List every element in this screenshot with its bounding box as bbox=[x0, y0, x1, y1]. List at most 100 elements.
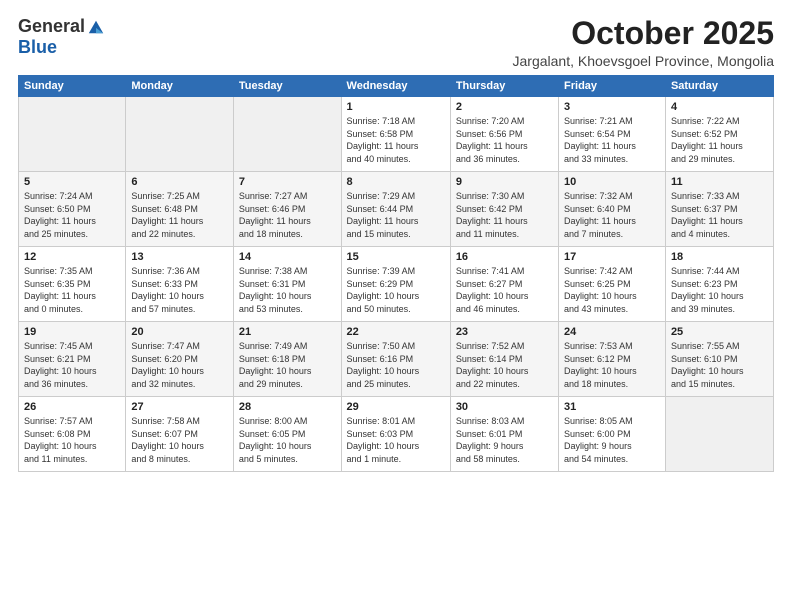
calendar-day: 20 Sunrise: 7:47 AM Sunset: 6:20 PM Dayli… bbox=[126, 322, 234, 397]
day-number: 19 bbox=[24, 326, 120, 338]
day-info: Sunrise: 7:52 AM Sunset: 6:14 PM Dayligh… bbox=[456, 340, 553, 390]
calendar-day: 15Sunrise: 7:39 AM Sunset: 6:29 PM Dayli… bbox=[341, 247, 450, 322]
day-number: 9 bbox=[456, 176, 553, 188]
day-info: Sunrise: 7:47 AM Sunset: 6:20 PM Dayligh… bbox=[131, 340, 228, 390]
day-info: Sunrise: 7:21 AM Sunset: 6:54 PM Dayligh… bbox=[564, 115, 660, 165]
empty-day bbox=[665, 397, 773, 472]
weekday-header: Friday bbox=[559, 76, 666, 97]
calendar-day: 11 Sunrise: 7:33 AM Sunset: 6:37 PM Dayli… bbox=[665, 172, 773, 247]
day-number: 12 bbox=[24, 251, 120, 263]
day-number: 21 bbox=[239, 326, 336, 338]
day-info: Sunrise: 7:49 AM Sunset: 6:18 PM Dayligh… bbox=[239, 340, 336, 390]
day-info: Sunrise: 7:30 AM Sunset: 6:42 PM Dayligh… bbox=[456, 190, 553, 240]
empty-day bbox=[233, 97, 341, 172]
day-number: 31 bbox=[564, 401, 660, 413]
calendar-table: SundayMondayTuesdayWednesdayThursdayFrid… bbox=[18, 75, 774, 472]
day-number: 14 bbox=[239, 251, 336, 263]
day-number: 11 bbox=[671, 176, 768, 188]
day-info: Sunrise: 7:50 AM Sunset: 6:16 PM Dayligh… bbox=[347, 340, 445, 390]
calendar-container: General Blue October 2025 Jargalant, Kho… bbox=[0, 0, 792, 612]
day-number: 13 bbox=[131, 251, 228, 263]
day-info: Sunrise: 7:58 AM Sunset: 6:07 PM Dayligh… bbox=[131, 415, 228, 465]
day-info: Sunrise: 7:44 AM Sunset: 6:23 PM Dayligh… bbox=[671, 265, 768, 315]
week-row: 19 Sunrise: 7:45 AM Sunset: 6:21 PM Dayli… bbox=[19, 322, 774, 397]
day-number: 10 bbox=[564, 176, 660, 188]
day-number: 17 bbox=[564, 251, 660, 263]
day-number: 16 bbox=[456, 251, 553, 263]
logo: General Blue bbox=[18, 16, 105, 58]
day-info: Sunrise: 7:39 AM Sunset: 6:29 PM Dayligh… bbox=[347, 265, 445, 315]
header: General Blue October 2025 Jargalant, Kho… bbox=[18, 16, 774, 69]
weekday-header: Tuesday bbox=[233, 76, 341, 97]
weekday-header: Sunday bbox=[19, 76, 126, 97]
day-number: 25 bbox=[671, 326, 768, 338]
weekday-header: Wednesday bbox=[341, 76, 450, 97]
calendar-day: 31 Sunrise: 8:05 AM Sunset: 6:00 PM Dayli… bbox=[559, 397, 666, 472]
day-info: Sunrise: 7:38 AM Sunset: 6:31 PM Dayligh… bbox=[239, 265, 336, 315]
logo-general-text: General bbox=[18, 16, 85, 37]
day-number: 27 bbox=[131, 401, 228, 413]
day-info: Sunrise: 8:05 AM Sunset: 6:00 PM Dayligh… bbox=[564, 415, 660, 465]
calendar-day: 9 Sunrise: 7:30 AM Sunset: 6:42 PM Daylig… bbox=[450, 172, 558, 247]
day-info: Sunrise: 7:33 AM Sunset: 6:37 PM Dayligh… bbox=[671, 190, 768, 240]
calendar-day: 5 Sunrise: 7:24 AM Sunset: 6:50 PM Daylig… bbox=[19, 172, 126, 247]
logo-blue-text: Blue bbox=[18, 37, 57, 58]
calendar-day: 12 Sunrise: 7:35 AM Sunset: 6:35 PM Dayli… bbox=[19, 247, 126, 322]
day-info: Sunrise: 7:41 AM Sunset: 6:27 PM Dayligh… bbox=[456, 265, 553, 315]
calendar-day: 7 Sunrise: 7:27 AM Sunset: 6:46 PM Daylig… bbox=[233, 172, 341, 247]
calendar-day: 16 Sunrise: 7:41 AM Sunset: 6:27 PM Dayli… bbox=[450, 247, 558, 322]
day-info: Sunrise: 7:42 AM Sunset: 6:25 PM Dayligh… bbox=[564, 265, 660, 315]
empty-day bbox=[126, 97, 234, 172]
day-number: 7 bbox=[239, 176, 336, 188]
calendar-day: 14 Sunrise: 7:38 AM Sunset: 6:31 PM Dayli… bbox=[233, 247, 341, 322]
day-number: 8 bbox=[347, 176, 445, 188]
day-info: Sunrise: 7:32 AM Sunset: 6:40 PM Dayligh… bbox=[564, 190, 660, 240]
month-title: October 2025 bbox=[513, 16, 775, 51]
calendar-day: 13Sunrise: 7:36 AM Sunset: 6:33 PM Dayli… bbox=[126, 247, 234, 322]
week-row: 1 Sunrise: 7:18 AM Sunset: 6:58 PM Daylig… bbox=[19, 97, 774, 172]
day-number: 4 bbox=[671, 101, 768, 113]
calendar-day: 24Sunrise: 7:53 AM Sunset: 6:12 PM Dayli… bbox=[559, 322, 666, 397]
calendar-day: 30 Sunrise: 8:03 AM Sunset: 6:01 PM Dayli… bbox=[450, 397, 558, 472]
day-info: Sunrise: 7:27 AM Sunset: 6:46 PM Dayligh… bbox=[239, 190, 336, 240]
calendar-day: 21 Sunrise: 7:49 AM Sunset: 6:18 PM Dayli… bbox=[233, 322, 341, 397]
calendar-day: 27 Sunrise: 7:58 AM Sunset: 6:07 PM Dayli… bbox=[126, 397, 234, 472]
calendar-day: 10 Sunrise: 7:32 AM Sunset: 6:40 PM Dayli… bbox=[559, 172, 666, 247]
day-info: Sunrise: 7:18 AM Sunset: 6:58 PM Dayligh… bbox=[347, 115, 445, 165]
day-number: 20 bbox=[131, 326, 228, 338]
day-number: 29 bbox=[347, 401, 445, 413]
calendar-day: 19 Sunrise: 7:45 AM Sunset: 6:21 PM Dayli… bbox=[19, 322, 126, 397]
day-info: Sunrise: 7:24 AM Sunset: 6:50 PM Dayligh… bbox=[24, 190, 120, 240]
calendar-day: 25 Sunrise: 7:55 AM Sunset: 6:10 PM Dayli… bbox=[665, 322, 773, 397]
day-number: 30 bbox=[456, 401, 553, 413]
day-number: 5 bbox=[24, 176, 120, 188]
day-info: Sunrise: 8:00 AM Sunset: 6:05 PM Dayligh… bbox=[239, 415, 336, 465]
day-info: Sunrise: 7:35 AM Sunset: 6:35 PM Dayligh… bbox=[24, 265, 120, 315]
day-info: Sunrise: 7:53 AM Sunset: 6:12 PM Dayligh… bbox=[564, 340, 660, 390]
day-number: 23 bbox=[456, 326, 553, 338]
calendar-day: 22 Sunrise: 7:50 AM Sunset: 6:16 PM Dayli… bbox=[341, 322, 450, 397]
title-section: October 2025 Jargalant, Khoevsgoel Provi… bbox=[513, 16, 775, 69]
day-info: Sunrise: 7:25 AM Sunset: 6:48 PM Dayligh… bbox=[131, 190, 228, 240]
weekday-header: Monday bbox=[126, 76, 234, 97]
day-number: 22 bbox=[347, 326, 445, 338]
location-subtitle: Jargalant, Khoevsgoel Province, Mongolia bbox=[513, 53, 775, 69]
day-number: 3 bbox=[564, 101, 660, 113]
calendar-day: 2 Sunrise: 7:20 AM Sunset: 6:56 PM Daylig… bbox=[450, 97, 558, 172]
day-number: 18 bbox=[671, 251, 768, 263]
day-info: Sunrise: 7:55 AM Sunset: 6:10 PM Dayligh… bbox=[671, 340, 768, 390]
week-row: 5 Sunrise: 7:24 AM Sunset: 6:50 PM Daylig… bbox=[19, 172, 774, 247]
day-number: 1 bbox=[347, 101, 445, 113]
calendar-day: 6Sunrise: 7:25 AM Sunset: 6:48 PM Daylig… bbox=[126, 172, 234, 247]
day-info: Sunrise: 8:01 AM Sunset: 6:03 PM Dayligh… bbox=[347, 415, 445, 465]
calendar-day: 29 Sunrise: 8:01 AM Sunset: 6:03 PM Dayli… bbox=[341, 397, 450, 472]
calendar-day: 28Sunrise: 8:00 AM Sunset: 6:05 PM Dayli… bbox=[233, 397, 341, 472]
day-info: Sunrise: 8:03 AM Sunset: 6:01 PM Dayligh… bbox=[456, 415, 553, 465]
day-info: Sunrise: 7:57 AM Sunset: 6:08 PM Dayligh… bbox=[24, 415, 120, 465]
logo-icon bbox=[87, 18, 105, 36]
day-info: Sunrise: 7:45 AM Sunset: 6:21 PM Dayligh… bbox=[24, 340, 120, 390]
day-info: Sunrise: 7:20 AM Sunset: 6:56 PM Dayligh… bbox=[456, 115, 553, 165]
day-number: 2 bbox=[456, 101, 553, 113]
calendar-day: 4Sunrise: 7:22 AM Sunset: 6:52 PM Daylig… bbox=[665, 97, 773, 172]
calendar-day: 1 Sunrise: 7:18 AM Sunset: 6:58 PM Daylig… bbox=[341, 97, 450, 172]
